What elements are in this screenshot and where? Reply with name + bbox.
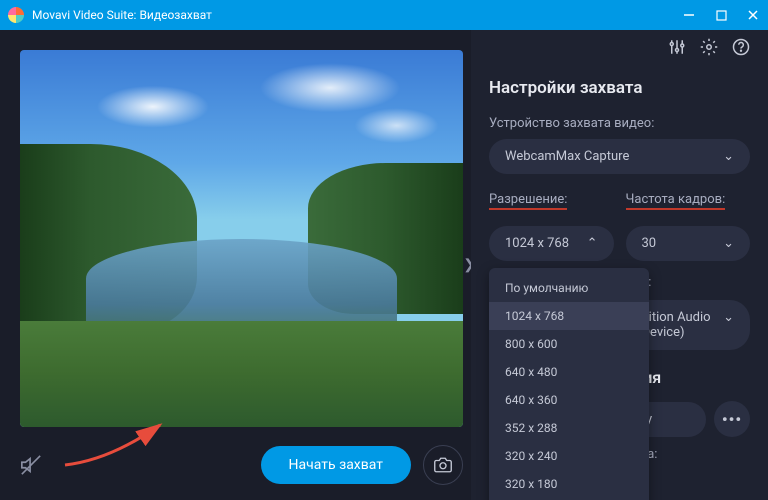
fps-select[interactable]: 30 ⌄ [626, 226, 751, 261]
resolution-option[interactable]: По умолчанию [489, 274, 649, 302]
maximize-button[interactable] [714, 8, 728, 22]
app-icon [8, 7, 24, 23]
device-select[interactable]: WebcamMax Capture ⌄ [489, 139, 750, 174]
browse-button[interactable]: ••• [714, 401, 750, 437]
resolution-option[interactable]: 800 x 600 [489, 330, 649, 358]
mute-icon[interactable] [20, 454, 42, 476]
resolution-dropdown: По умолчанию 1024 x 768 800 x 600 640 x … [489, 268, 649, 500]
chevron-up-icon: ⌃ [587, 236, 598, 251]
resolution-option[interactable]: 640 x 480 [489, 358, 649, 386]
help-icon[interactable] [732, 38, 750, 56]
resolution-option[interactable]: 352 x 288 [489, 414, 649, 442]
close-button[interactable] [746, 8, 760, 22]
resolution-value: 1024 x 768 [505, 236, 569, 251]
device-label: Устройство захвата видео: [489, 116, 750, 131]
snapshot-button[interactable] [423, 445, 463, 485]
settings-panel: Настройки захвата Устройство захвата вид… [471, 30, 768, 500]
fps-value: 30 [642, 236, 657, 251]
settings-title: Настройки захвата [489, 78, 750, 98]
resolution-option[interactable]: 640 x 360 [489, 386, 649, 414]
resolution-option[interactable]: 1024 x 768 [489, 302, 649, 330]
equalizer-icon[interactable] [668, 38, 686, 56]
minimize-button[interactable] [682, 8, 696, 22]
resolution-select[interactable]: 1024 x 768 ⌃ [489, 226, 614, 261]
chevron-down-icon: ⌄ [723, 310, 734, 340]
gear-icon[interactable] [700, 38, 718, 56]
chevron-down-icon: ⌄ [723, 149, 734, 164]
fps-label: Частота кадров: [626, 192, 726, 210]
start-capture-button[interactable]: Начать захват [261, 446, 411, 484]
device-value: WebcamMax Capture [505, 149, 629, 164]
resolution-option[interactable]: 320 x 180 [489, 470, 649, 498]
titlebar: Movavi Video Suite: Видеозахват [0, 0, 768, 30]
preview-area: ❯ Начать захват [0, 30, 471, 500]
resolution-option[interactable]: 320 x 240 [489, 442, 649, 470]
resolution-label: Разрешение: [489, 192, 567, 210]
chevron-down-icon: ⌄ [723, 236, 734, 251]
window-title: Movavi Video Suite: Видеозахват [32, 8, 682, 22]
video-preview [20, 50, 463, 427]
